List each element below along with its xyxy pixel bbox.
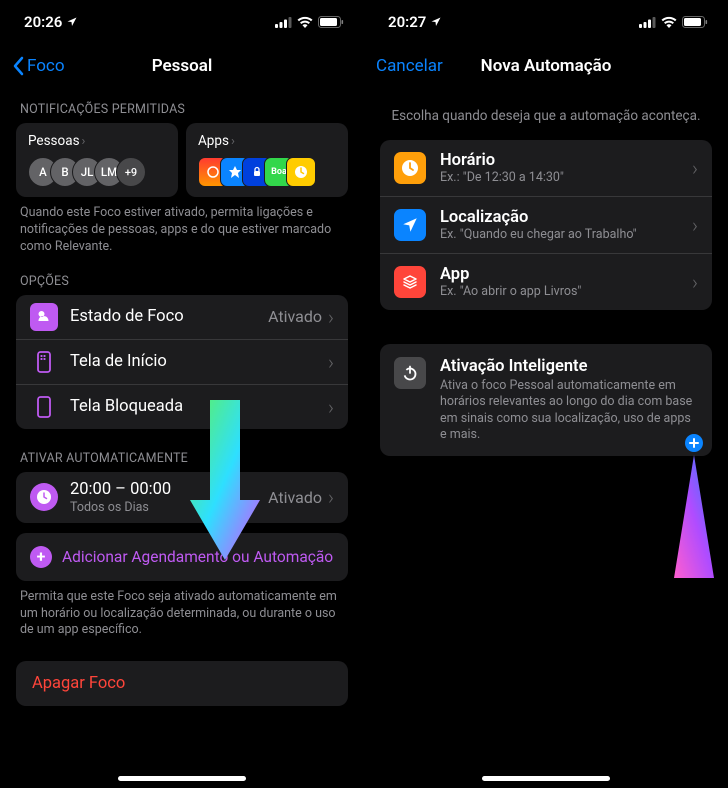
home-indicator[interactable]	[118, 776, 246, 781]
home-screen-row[interactable]: Tela de Início ›	[16, 339, 348, 384]
option-subtitle: Ex. "Ao abrir o app Livros"	[440, 284, 678, 299]
page-title: Pessoal	[152, 56, 213, 76]
row-label: Tela de Início	[70, 352, 316, 371]
smart-activation-row[interactable]: Ativação Inteligente Ativa o foco Pessoa…	[380, 344, 712, 456]
plus-icon: +	[30, 546, 52, 568]
status-bar: 20:27	[364, 0, 728, 44]
status-time: 20:27	[388, 13, 426, 31]
apps-label: Apps	[198, 133, 229, 149]
avatar-more: +9	[116, 157, 146, 187]
people-label: Pessoas	[28, 133, 80, 149]
section-header-options: OPÇÕES	[16, 260, 348, 295]
clock-icon	[394, 152, 426, 184]
notifications-footnote: Quando este Foco estiver ativado, permit…	[16, 197, 348, 260]
section-header-notifications: NOTIFICAÇÕES PERMITIDAS	[16, 88, 348, 123]
location-services-icon	[430, 16, 442, 28]
home-indicator[interactable]	[482, 776, 610, 781]
focus-status-row[interactable]: Estado de Foco Ativado ›	[16, 295, 348, 339]
chevron-right-icon: ›	[328, 485, 334, 509]
cancel-button[interactable]: Cancelar	[376, 56, 443, 76]
chevron-right-icon: ›	[231, 134, 235, 149]
smart-activation-description: Ativa o foco Pessoal automaticamente em …	[440, 378, 698, 443]
section-header-auto: ATIVAR AUTOMATICAMENTE	[16, 437, 348, 472]
allowed-people-card[interactable]: Pessoas › A B JL LM +9	[16, 123, 178, 197]
add-automation-button[interactable]: + Adicionar Agendamento ou Automação	[16, 533, 348, 581]
battery-icon	[682, 16, 708, 28]
row-label: Tela Bloqueada	[70, 397, 316, 416]
nav-bar: Foco Pessoal	[0, 44, 364, 88]
add-automation-label: Adicionar Agendamento ou Automação	[62, 548, 333, 566]
schedule-time: 20:00 – 00:00	[70, 480, 256, 499]
time-trigger-row[interactable]: Horário Ex.: "De 12:30 a 14:30" ›	[380, 140, 712, 196]
option-title: Horário	[440, 151, 678, 170]
option-title: Localização	[440, 208, 678, 227]
row-value: Ativado	[268, 488, 322, 507]
screen-new-automation: 20:27 Cancelar Nova Automação Escolha qu…	[364, 0, 728, 788]
app-trigger-row[interactable]: App Ex. "Ao abrir o app Livros" ›	[380, 253, 712, 310]
auto-footnote: Permita que este Foco seja ativado autom…	[16, 581, 348, 644]
option-title: App	[440, 265, 678, 284]
page-title: Nova Automação	[481, 56, 612, 76]
wifi-icon	[661, 16, 677, 28]
cellular-signal-icon	[275, 17, 292, 28]
option-subtitle: Ex. "Quando eu chegar ao Trabalho"	[440, 227, 678, 242]
lock-screen-icon	[30, 393, 58, 421]
row-label: Estado de Foco	[70, 307, 256, 326]
page-subtitle: Escolha quando deseja que a automação ac…	[380, 88, 712, 140]
cellular-signal-icon	[639, 17, 656, 28]
row-value: Ativado	[268, 307, 322, 326]
nav-bar: Cancelar Nova Automação	[364, 44, 728, 88]
chevron-right-icon: ›	[328, 305, 334, 329]
location-icon	[394, 209, 426, 241]
chevron-right-icon: ›	[328, 350, 334, 374]
status-bar: 20:26	[0, 0, 364, 44]
option-subtitle: Ex.: "De 12:30 a 14:30"	[440, 170, 678, 185]
home-screen-icon	[30, 348, 58, 376]
app-icon-stack: Boa	[198, 157, 336, 187]
power-icon	[394, 357, 426, 389]
location-trigger-row[interactable]: Localização Ex. "Quando eu chegar ao Tra…	[380, 196, 712, 253]
schedule-days: Todos os Dias	[70, 500, 256, 515]
status-time: 20:26	[24, 13, 62, 31]
chevron-right-icon: ›	[692, 213, 698, 237]
chevron-left-icon	[12, 56, 24, 76]
back-button[interactable]: Foco	[12, 56, 65, 76]
battery-icon	[318, 16, 344, 28]
focus-status-icon	[30, 303, 58, 331]
delete-focus-button[interactable]: Apagar Foco	[16, 661, 348, 706]
location-services-icon	[66, 16, 78, 28]
allowed-apps-card[interactable]: Apps › Boa	[186, 123, 348, 197]
screen-focus-settings: 20:26 Foco Pessoal NOTIFICAÇÕES PERMITID…	[0, 0, 364, 788]
clock-icon	[30, 483, 58, 511]
lock-screen-row[interactable]: Tela Bloqueada ›	[16, 384, 348, 429]
app-icon	[286, 157, 316, 187]
wifi-icon	[297, 16, 313, 28]
chevron-right-icon: ›	[692, 156, 698, 180]
schedule-row[interactable]: 20:00 – 00:00 Todos os Dias Ativado ›	[16, 472, 348, 523]
smart-activation-title: Ativação Inteligente	[440, 357, 698, 376]
chevron-right-icon: ›	[82, 134, 86, 149]
chevron-right-icon: ›	[692, 270, 698, 294]
chevron-right-icon: ›	[328, 395, 334, 419]
avatar-stack: A B JL LM +9	[28, 157, 166, 187]
app-stack-icon	[394, 266, 426, 298]
